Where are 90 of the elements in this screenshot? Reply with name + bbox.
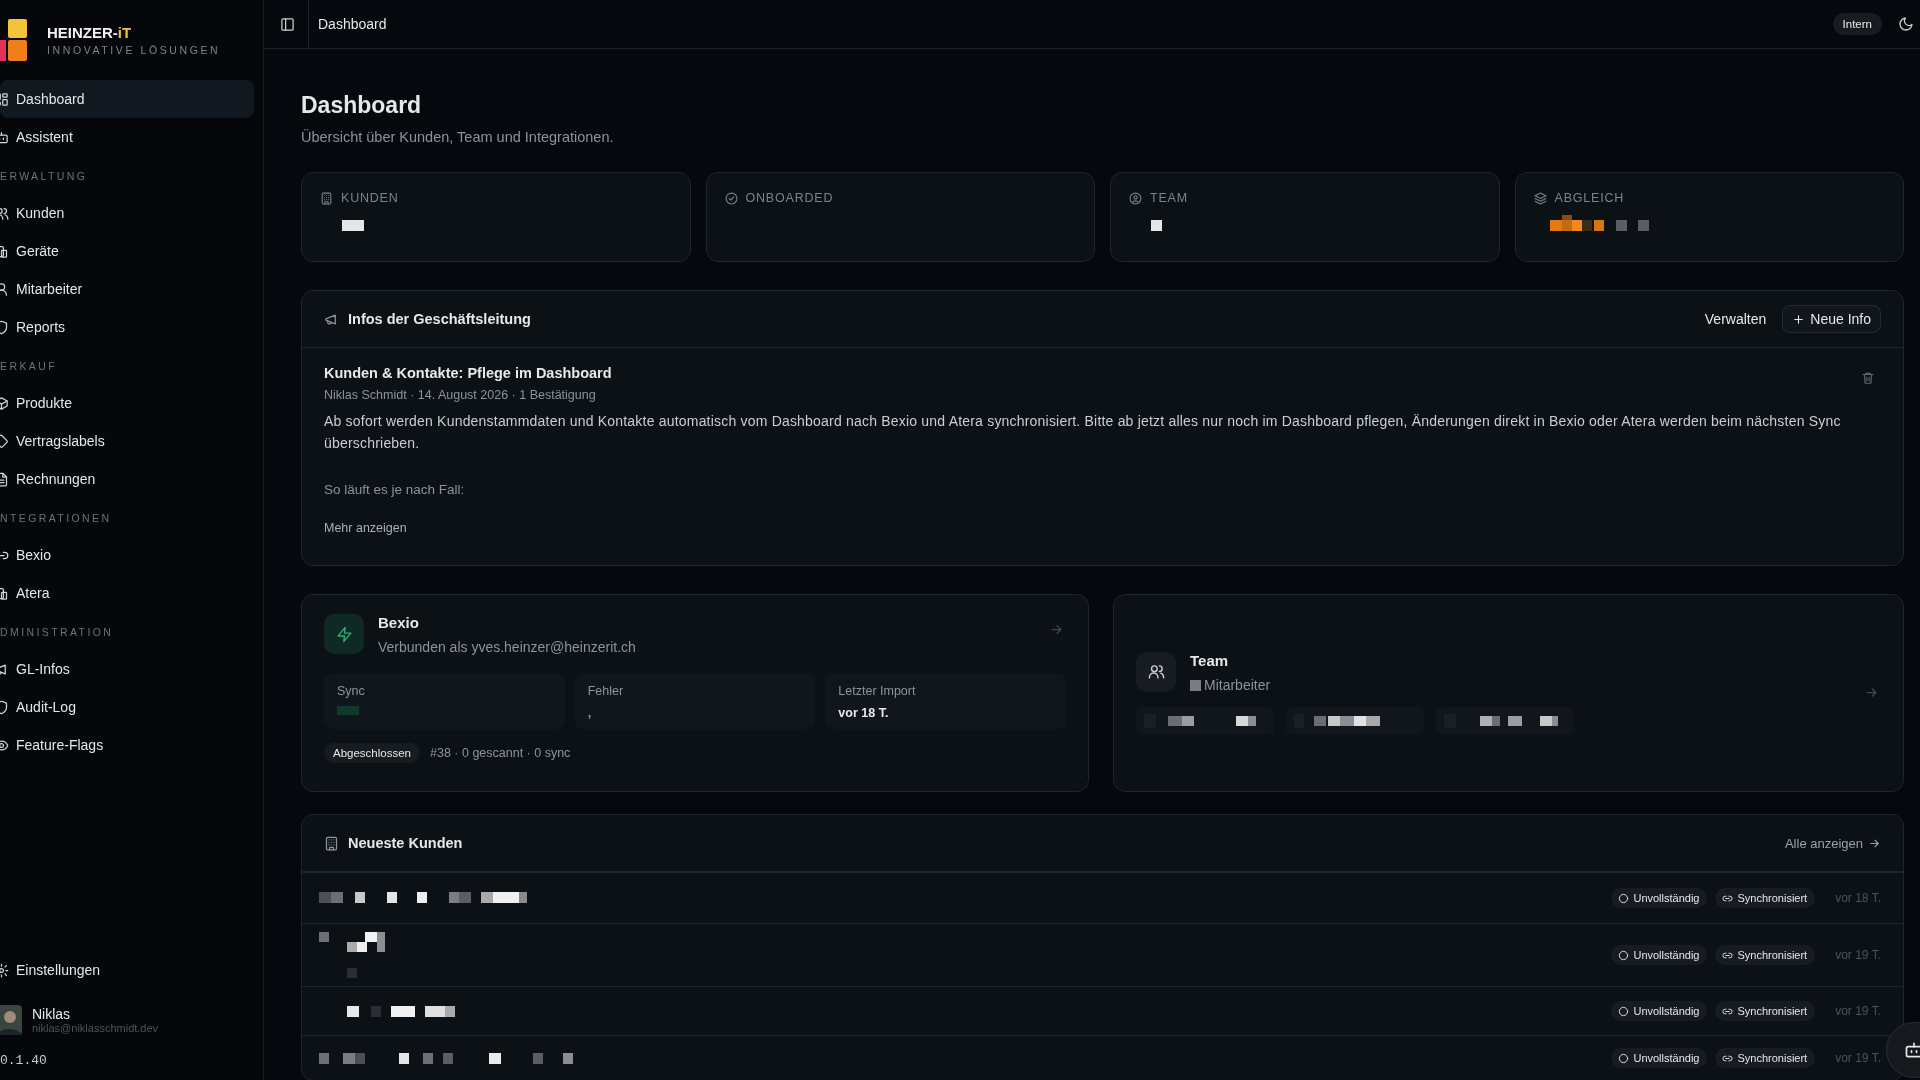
arrow-right-icon xyxy=(1049,622,1064,637)
post-body: So läuft es je nach Fall: xyxy=(324,482,466,497)
page-title: Dashboard xyxy=(301,92,423,119)
stat-label: KUNDEN xyxy=(341,191,399,205)
pixelated-drawing xyxy=(337,706,359,715)
post-body: Ab sofort werden Kundenstammdaten und Kontakte automatisch vom Dashboard nach Bexio und Atera synchronisiert. Bitte ab jetzt alles nur noch im Dashboard pflegen, Änderungen direkt in Bexio oder Atera werden beim nächsten Sync überschrieben. xyxy=(324,412,1842,453)
field-label: Letzter Import xyxy=(838,684,917,698)
circle-icon xyxy=(1618,1052,1630,1064)
card-subtitle: Mitarbeiter xyxy=(1190,676,1271,693)
logo-icon xyxy=(0,19,27,61)
pixelated-drawing xyxy=(342,220,364,231)
manage-button[interactable]: Verwalten xyxy=(1696,305,1775,333)
sidebar-item[interactable]: Vertragslabels xyxy=(0,422,254,460)
show-more-link[interactable]: Mehr anzeigen xyxy=(324,521,407,535)
sidebar-item[interactable]: Feature-Flags xyxy=(0,726,254,764)
layers-icon xyxy=(1533,191,1547,205)
pixelated-drawing xyxy=(1151,220,1162,231)
version-label: 0.1.40 xyxy=(0,1053,48,1068)
field-label: Fehler xyxy=(587,684,625,698)
import-summary: #38 · 0 gescannt · 0 sync xyxy=(430,746,571,760)
brand-tagline: INNOVATIVE LÖSUNGEN xyxy=(47,44,221,56)
stat-label: ONBOARDED xyxy=(745,191,834,205)
new-info-button[interactable]: Neue Info xyxy=(1782,305,1881,333)
post-title: Kunden & Kontakte: Pflege im Dashboard xyxy=(324,365,612,381)
arrow-right-icon xyxy=(1864,685,1879,700)
circle-icon xyxy=(1618,1005,1630,1017)
field-label: Sync xyxy=(337,684,366,698)
status-badge: Unvollständig xyxy=(1611,1001,1708,1021)
circle-icon xyxy=(1618,949,1630,961)
users-icon xyxy=(1136,651,1176,692)
row-time: vor 19 T. xyxy=(1835,1051,1881,1065)
nav-section-label: ERWALTUNG xyxy=(0,170,89,184)
post-meta: Niklas Schmidt · 14. August 2026 · 1 Bestätigung xyxy=(324,388,597,402)
team-card[interactable]: Team Mitarbeiter xyxy=(1113,594,1904,792)
integration-card[interactable]: Bexio Verbunden als yves.heinzer@heinzerit.ch Sync Fehler , Letzter Import vor 18 T. Abgeschlossen #38 · 0 gescannt · 0 sync xyxy=(301,594,1089,792)
show-all-link[interactable]: Alle anzeigen xyxy=(1784,835,1881,851)
card-title: Team xyxy=(1190,651,1230,669)
plus-icon xyxy=(1792,312,1806,326)
trash-icon[interactable] xyxy=(1861,371,1875,385)
row-time: vor 18 T. xyxy=(1835,891,1881,905)
sync-badge: Synchronisiert xyxy=(1715,945,1816,965)
breadcrumb-title: Dashboard xyxy=(318,16,387,32)
user-circle-icon xyxy=(1129,191,1142,205)
user-name: Niklas xyxy=(32,1006,72,1022)
sidebar-item[interactable]: Reports xyxy=(0,308,254,346)
sidebar-item[interactable]: Audit-Log xyxy=(0,688,254,726)
sidebar-item[interactable]: Assistent xyxy=(0,118,254,156)
bolt-icon xyxy=(324,614,364,654)
nav-section-label: DMINISTRATION xyxy=(0,626,115,640)
circle-icon xyxy=(1618,892,1630,904)
card-title: Bexio xyxy=(378,614,420,631)
user-email: niklas@niklasschmidt.dev xyxy=(32,1022,159,1034)
stat-label: TEAM xyxy=(1150,191,1188,205)
stat-label: ABGLEICH xyxy=(1554,191,1625,205)
sidebar-item[interactable]: Kunden xyxy=(0,194,254,232)
moon-icon[interactable] xyxy=(1898,16,1914,32)
nav-section-label: NTEGRATIONEN xyxy=(0,512,113,526)
sync-badge: Synchronisiert xyxy=(1715,1048,1816,1068)
status-badge: Unvollständig xyxy=(1611,1048,1708,1068)
status-badge: Unvollständig xyxy=(1611,945,1708,965)
sidebar-item[interactable]: Produkte xyxy=(0,384,254,422)
status-badge: Abgeschlossen xyxy=(324,743,420,763)
row-time: vor 19 T. xyxy=(1835,1004,1881,1018)
robot-icon xyxy=(1904,1040,1920,1060)
brand-name: HEINZER-iT xyxy=(47,24,133,41)
status-badge: Unvollständig xyxy=(1611,888,1708,908)
sync-badge: Synchronisiert xyxy=(1715,888,1816,908)
pixelated-drawing xyxy=(319,932,385,978)
card-subtitle: Verbunden als yves.heinzer@heinzerit.ch xyxy=(378,639,636,655)
sidebar-item[interactable]: Geräte xyxy=(0,232,254,270)
row-time: vor 19 T. xyxy=(1835,948,1881,962)
sidebar-item[interactable]: Mitarbeiter xyxy=(0,270,254,308)
sidebar-item[interactable]: GL-Infos xyxy=(0,650,254,688)
page-subtitle: Übersicht über Kunden, Team und Integrationen. xyxy=(301,129,615,145)
sidebar-item[interactable]: Bexio xyxy=(0,536,254,574)
environment-badge: Intern xyxy=(1832,13,1882,35)
sidebar-item[interactable]: Rechnungen xyxy=(0,460,254,498)
card-title: Infos der Geschäftsleitung xyxy=(348,311,531,327)
settings-item[interactable]: Einstellungen xyxy=(0,951,263,989)
building-icon xyxy=(324,835,339,851)
nav-section-label: ERKAUF xyxy=(0,360,58,374)
sync-badge: Synchronisiert xyxy=(1715,1001,1816,1021)
sidebar-toggle-icon[interactable] xyxy=(280,16,295,32)
sidebar-item[interactable]: Dashboard xyxy=(0,80,254,118)
field-value: vor 18 T. xyxy=(838,706,890,720)
card-title: Neueste Kunden xyxy=(348,835,463,851)
building-icon xyxy=(320,191,333,205)
check-circle-icon xyxy=(724,191,738,205)
sidebar-item[interactable]: Atera xyxy=(0,574,254,612)
field-value: , xyxy=(587,706,593,720)
